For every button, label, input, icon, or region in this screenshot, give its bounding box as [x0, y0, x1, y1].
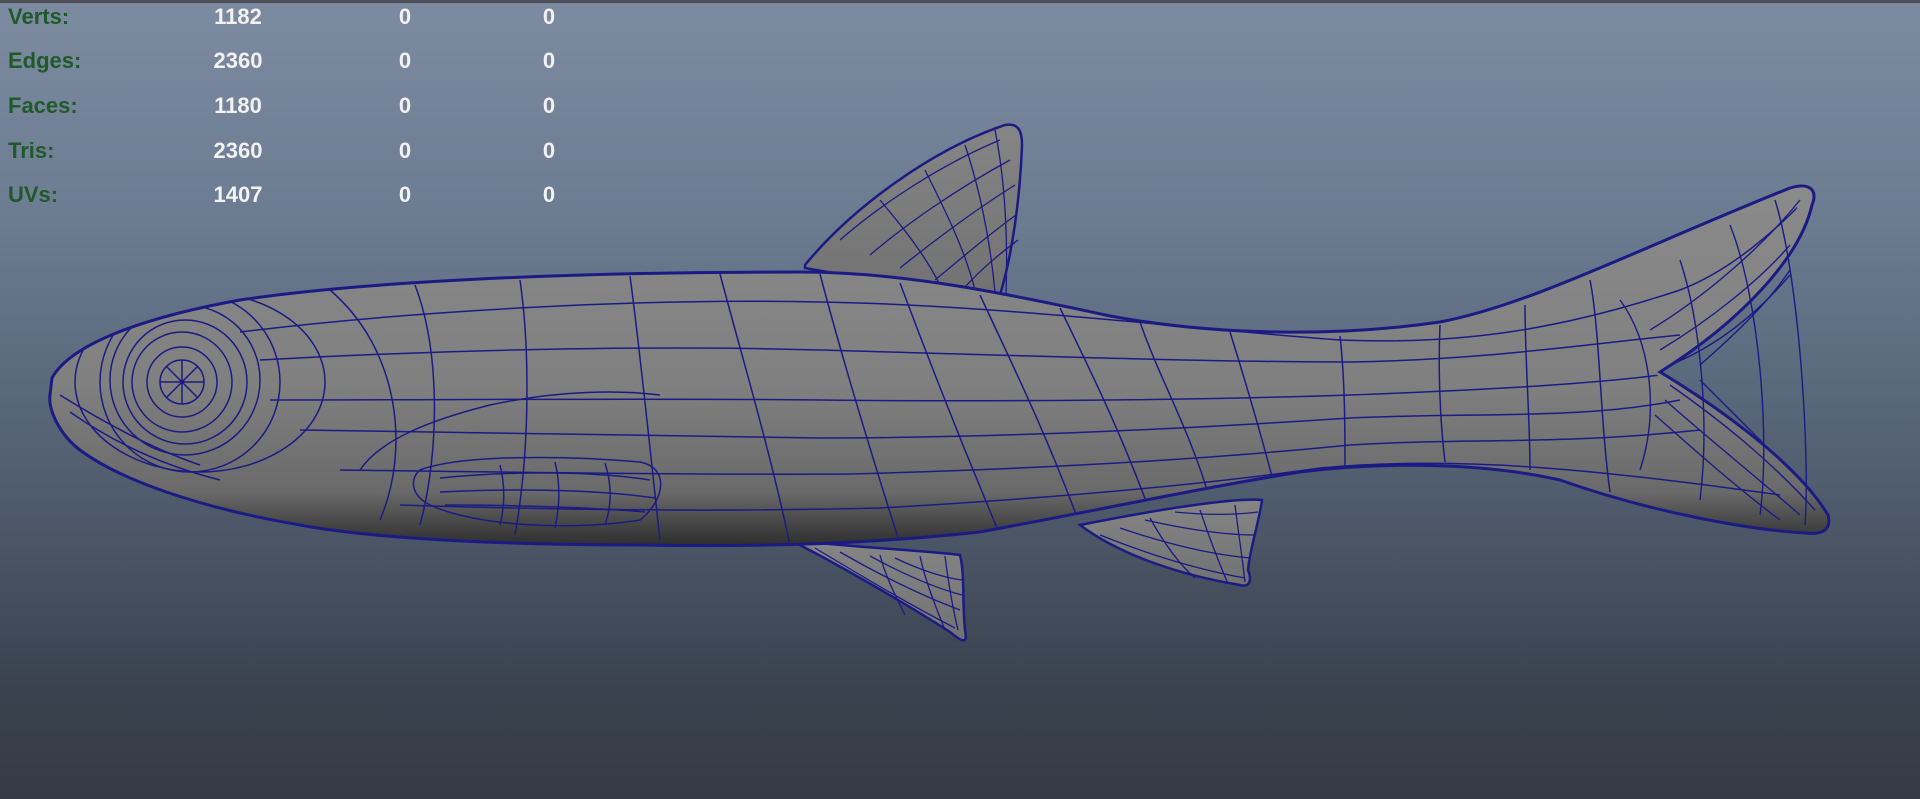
- hud-value-object: 2360: [213, 48, 263, 73]
- hud-value-object: 2360: [213, 138, 263, 163]
- hud-value-selected: 0: [398, 48, 412, 73]
- hud-value-selected: 0: [398, 93, 412, 118]
- hud-label: UVs:: [8, 182, 59, 207]
- hud-row-edges: Edges: 2360 0 0: [0, 46, 600, 76]
- hud-label: Verts:: [8, 4, 70, 29]
- pelvic-fin: [789, 538, 967, 642]
- hud-label: Tris:: [8, 138, 55, 163]
- anal-fin: [1077, 498, 1264, 587]
- hud-value-component: 0: [542, 138, 556, 163]
- hud-value-object: 1180: [214, 93, 262, 118]
- dorsal-fin: [803, 123, 1024, 297]
- hud-row-faces: Faces: 1180 0 0: [0, 91, 600, 121]
- hud-value-object: 1407: [213, 182, 263, 207]
- hud-value-component: 0: [542, 4, 556, 29]
- hud-value-object: 1182: [214, 4, 262, 29]
- hud-row-tris: Tris: 2360 0 0: [0, 136, 600, 166]
- hud-row-verts: Verts: 1182 0 0: [0, 2, 600, 32]
- hud-label: Faces:: [8, 93, 78, 118]
- 3d-viewport[interactable]: Verts: 1182 0 0 Edges: 2360 0 0 Faces: 1…: [0, 0, 1920, 799]
- hud-value-selected: 0: [398, 138, 412, 163]
- hud-label: Edges:: [8, 48, 82, 73]
- hud-row-uvs: UVs: 1407 0 0: [0, 180, 600, 210]
- hud-value-selected: 0: [398, 182, 412, 207]
- hud-value-selected: 0: [398, 4, 412, 29]
- hud-value-component: 0: [542, 182, 556, 207]
- hud-value-component: 0: [542, 93, 556, 118]
- hud-value-component: 0: [542, 48, 556, 73]
